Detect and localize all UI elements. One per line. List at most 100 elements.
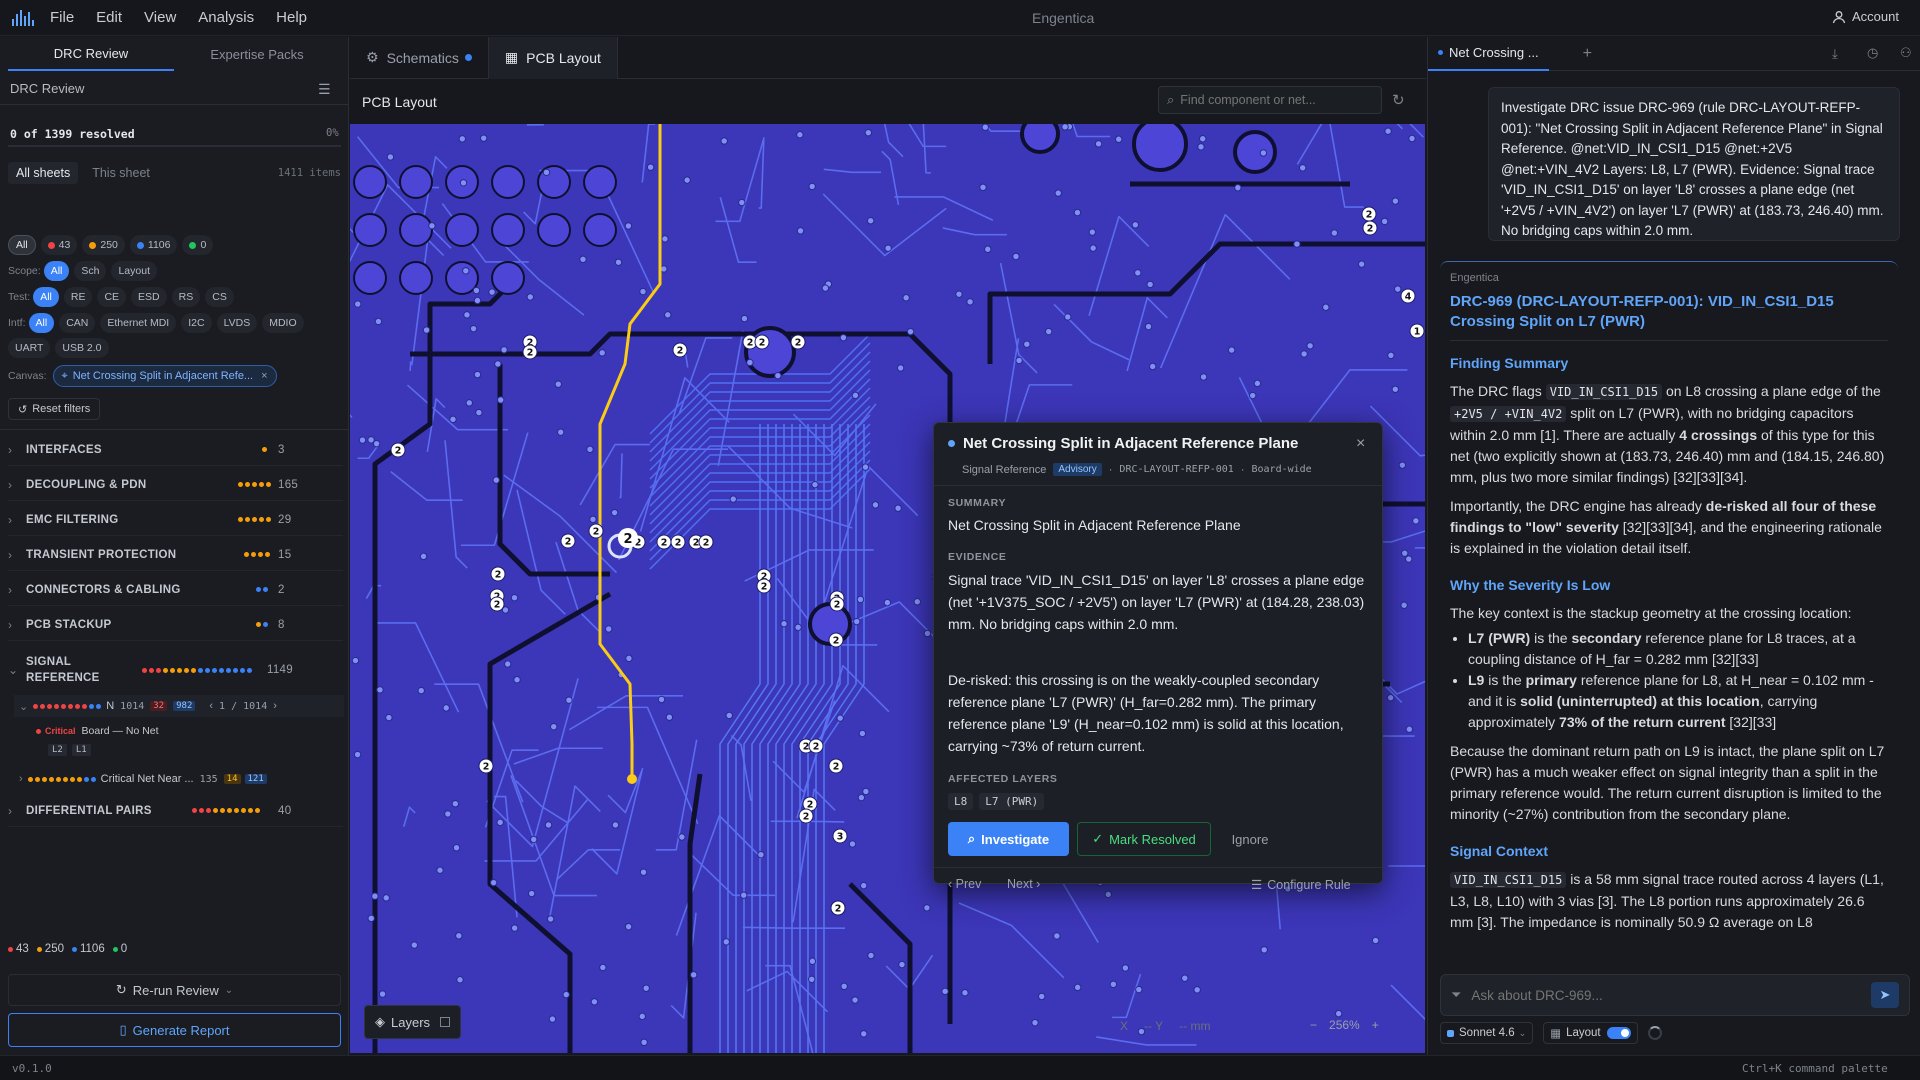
send-button[interactable]: ➤ bbox=[1871, 982, 1899, 1008]
test-rs[interactable]: RS bbox=[171, 287, 201, 307]
download-icon[interactable]: ⤓ bbox=[1832, 46, 1838, 62]
finding-item[interactable]: Critical Board — No Net bbox=[36, 725, 159, 737]
subgroup-row[interactable]: › Critical Net Near ... 135 14 121 bbox=[14, 768, 344, 790]
search-input[interactable] bbox=[1180, 93, 1361, 107]
category-row[interactable]: › EMC FILTERING 29 bbox=[8, 504, 343, 536]
drc-marker[interactable]: 2 bbox=[478, 758, 494, 774]
filter-icon[interactable]: ⏷ bbox=[1451, 987, 1461, 1003]
intf-all[interactable]: All bbox=[28, 313, 55, 333]
drc-marker[interactable]: 3 bbox=[832, 828, 848, 844]
scope-all[interactable]: All bbox=[43, 261, 70, 281]
clear-canvas-filter-icon[interactable]: × bbox=[261, 370, 267, 382]
category-differential-pairs[interactable]: › DIFFERENTIAL PAIRS 40 bbox=[8, 795, 343, 827]
zoom-out-button[interactable]: − bbox=[1310, 1018, 1317, 1032]
pager-prev-icon[interactable]: ‹ bbox=[209, 700, 213, 712]
layout-context-toggle[interactable]: ▦ Layout bbox=[1543, 1022, 1638, 1044]
pager-next-icon[interactable]: › bbox=[273, 700, 277, 712]
drc-marker[interactable]: 2 bbox=[754, 334, 770, 350]
mark-resolved-button[interactable]: ✓ Mark Resolved bbox=[1077, 822, 1211, 856]
drc-marker[interactable]: 2 bbox=[829, 596, 845, 612]
drc-marker[interactable]: 2 bbox=[828, 632, 844, 648]
severity-warning[interactable]: 250 bbox=[82, 235, 125, 255]
drc-marker[interactable]: 2 bbox=[489, 596, 505, 612]
severity-all[interactable]: All bbox=[8, 235, 36, 255]
drc-marker[interactable]: 4 bbox=[1400, 288, 1416, 304]
reset-filters-button[interactable]: ↺ Reset filters bbox=[8, 398, 101, 420]
canvas-filter-chip[interactable]: ⌖ Net Crossing Split in Adjacent Refe...… bbox=[52, 365, 277, 387]
filter-settings-icon[interactable]: ☰ bbox=[318, 81, 331, 98]
history-icon[interactable]: ◷ bbox=[1867, 45, 1878, 61]
category-row[interactable]: › PCB STACKUP 8 bbox=[8, 609, 343, 641]
new-tab-icon[interactable]: + bbox=[1583, 45, 1592, 63]
scope-layout[interactable]: Layout bbox=[111, 261, 157, 281]
drc-marker[interactable]: 2 bbox=[390, 442, 406, 458]
menu-analysis[interactable]: Analysis bbox=[198, 9, 254, 26]
close-icon[interactable]: × bbox=[1356, 435, 1365, 453]
drc-marker[interactable]: 2 bbox=[798, 808, 814, 824]
category-signal-reference[interactable]: ⌄ SIGNAL REFERENCE 1149 bbox=[8, 647, 343, 693]
intf-ethernet-mdi[interactable]: Ethernet MDI bbox=[100, 313, 177, 333]
configure-rule-button[interactable]: ☰ Configure Rule bbox=[1251, 877, 1351, 893]
test-all[interactable]: All bbox=[33, 287, 59, 307]
drc-marker[interactable]: 2 bbox=[672, 342, 688, 358]
drc-marker[interactable]: 2 bbox=[756, 578, 772, 594]
tab-pcb-layout[interactable]: ▦ PCB Layout bbox=[487, 36, 618, 79]
model-selector[interactable]: Sonnet 4.6 ⌄ bbox=[1440, 1022, 1534, 1044]
test-re[interactable]: RE bbox=[63, 287, 93, 307]
category-row[interactable]: › DECOUPLING & PDN 165 bbox=[8, 469, 343, 501]
drc-marker[interactable]: 2 bbox=[1362, 220, 1378, 236]
chat-input-box[interactable]: ⏷ ➤ bbox=[1440, 974, 1910, 1016]
tab-expertise-packs[interactable]: Expertise Packs bbox=[174, 37, 340, 71]
drc-marker[interactable]: 2 bbox=[490, 566, 506, 582]
intf-i2c[interactable]: I2C bbox=[181, 313, 212, 333]
intf-can[interactable]: CAN bbox=[59, 313, 96, 333]
drc-marker[interactable]: 2 bbox=[670, 534, 686, 550]
drc-marker[interactable]: 2 bbox=[522, 344, 538, 360]
drc-marker[interactable]: 2 bbox=[698, 534, 714, 550]
refresh-view-icon[interactable]: ↻ bbox=[1392, 91, 1405, 109]
tab-drc-review[interactable]: DRC Review bbox=[8, 37, 174, 71]
toggle-switch[interactable] bbox=[1606, 1027, 1631, 1039]
intf-usb2[interactable]: USB 2.0 bbox=[55, 338, 109, 358]
drc-marker[interactable]: 2 bbox=[1361, 206, 1377, 222]
account-button[interactable]: Account bbox=[1832, 9, 1899, 24]
scope-sch[interactable]: Sch bbox=[74, 261, 107, 281]
generate-report-button[interactable]: ▯ Generate Report bbox=[8, 1013, 341, 1047]
tab-schematics[interactable]: ⚙ Schematics bbox=[350, 37, 488, 79]
drc-marker[interactable]: 2 bbox=[656, 534, 672, 550]
drc-marker[interactable]: 2 bbox=[790, 334, 806, 350]
severity-pass[interactable]: 0 bbox=[182, 235, 214, 255]
investigate-button[interactable]: ⌕ Investigate bbox=[948, 822, 1069, 856]
menu-view[interactable]: View bbox=[144, 9, 176, 26]
checkbox-icon[interactable] bbox=[440, 1017, 451, 1027]
severity-critical[interactable]: 43 bbox=[40, 235, 78, 255]
severity-info[interactable]: 1106 bbox=[129, 235, 178, 255]
intf-lvds[interactable]: LVDS bbox=[216, 313, 258, 333]
drc-marker[interactable]: 2 bbox=[828, 758, 844, 774]
menu-edit[interactable]: Edit bbox=[96, 9, 122, 26]
next-finding-button[interactable]: Next › bbox=[1007, 877, 1040, 891]
drc-marker[interactable]: 1 bbox=[1409, 323, 1425, 339]
user-icon[interactable]: ⚇ bbox=[1900, 45, 1912, 61]
tab-all-sheets[interactable]: All sheets bbox=[8, 162, 79, 184]
test-cs[interactable]: CS bbox=[205, 287, 234, 307]
category-row[interactable]: › CONNECTORS & CABLING 2 bbox=[8, 574, 343, 606]
test-ce[interactable]: CE bbox=[97, 287, 127, 307]
component-search[interactable]: ⌕ bbox=[1158, 86, 1382, 114]
drc-marker[interactable]: 2 bbox=[560, 533, 576, 549]
ignore-button[interactable]: Ignore bbox=[1219, 822, 1281, 856]
rerun-review-button[interactable]: ↻ Re-run Review ⌄ bbox=[8, 974, 341, 1006]
chat-input[interactable] bbox=[1471, 987, 1871, 1003]
zoom-in-button[interactable]: + bbox=[1372, 1018, 1379, 1032]
menu-help[interactable]: Help bbox=[276, 9, 307, 26]
category-row[interactable]: › INTERFACES 3 bbox=[8, 434, 343, 466]
layers-button[interactable]: ◈ Layers bbox=[364, 1005, 462, 1039]
drc-marker[interactable]: 2 bbox=[830, 900, 846, 916]
category-row[interactable]: › TRANSIENT PROTECTION 15 bbox=[8, 539, 343, 571]
drc-marker[interactable]: 2 bbox=[588, 523, 604, 539]
menu-file[interactable]: File bbox=[50, 9, 74, 26]
test-esd[interactable]: ESD bbox=[131, 287, 167, 307]
intf-mdio[interactable]: MDIO bbox=[262, 313, 304, 333]
intf-uart[interactable]: UART bbox=[8, 338, 51, 358]
tab-this-sheet[interactable]: This sheet bbox=[78, 162, 164, 184]
